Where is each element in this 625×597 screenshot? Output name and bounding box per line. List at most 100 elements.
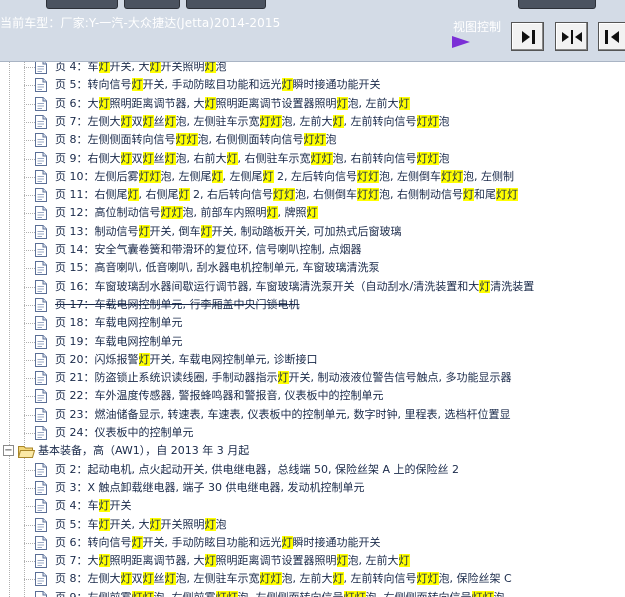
search-highlight: 灯: [336, 96, 348, 110]
tree-item-label: 页 8：左侧大灯双灯丝灯泡, 左侧驻车示宽灯灯泡, 左前大灯, 左前转向信号灯灯…: [55, 572, 512, 586]
document-icon: [35, 151, 47, 166]
tree-folder[interactable]: − 基本装备，高（AW1），自 2013 年 3 月起: [0, 442, 625, 460]
search-highlight: 灯: [416, 114, 428, 128]
search-highlight: 灯: [281, 78, 293, 92]
tree-item[interactable]: 页 5：车灯开关, 大灯开关照明灯泡: [0, 516, 625, 534]
arrow-right-bar-icon: [521, 29, 535, 44]
search-highlight: 灯: [138, 352, 150, 366]
search-highlight: 灯: [343, 590, 355, 597]
document-icon: [35, 169, 47, 184]
tree-item-label: 页 15：高音喇叭, 低音喇叭, 刮水器电机控制单元, 车窗玻璃清洗泵: [55, 261, 380, 275]
current-model-title: 当前车型：厂家:Y-一汽-大众捷达(Jetta)2014-2015: [0, 16, 281, 30]
tree-item[interactable]: 页 8：左侧侧面转向信号灯灯泡, 右侧侧面转向信号灯灯泡: [0, 131, 625, 149]
tree-item[interactable]: 页 13：制动信号灯开关, 倒车灯开关, 制动踏板开关, 可加热式后窗玻璃: [0, 223, 625, 241]
tree-item-label: 页 16：车窗玻璃刮水器间歇运行调节器, 车窗玻璃清洗泵开关（自动刮水/清洗装置…: [55, 279, 535, 293]
search-highlight: 灯: [149, 517, 161, 531]
tree-item[interactable]: 页 6：转向信号灯开关, 手动防眩目功能和远光灯瞬时接通功能开关: [0, 534, 625, 552]
arrows-inward-icon: [561, 29, 582, 44]
tree-item[interactable]: 页 12：高位制动信号灯灯泡, 前部车内照明灯, 牌照灯: [0, 204, 625, 222]
view-next-button[interactable]: [511, 22, 544, 51]
tree-item-label: 页 22：车外温度传感器, 警报蜂鸣器和警报音, 仪表板中的控制单元: [55, 389, 384, 403]
tree-item[interactable]: 页 15：高音喇叭, 低音喇叭, 刮水器电机控制单元, 车窗玻璃清洗泵: [0, 259, 625, 277]
tree-item[interactable]: 页 23：燃油储备显示, 转速表, 车速表, 仪表板中的控制单元, 数字时钟, …: [0, 406, 625, 424]
tree-item[interactable]: 页 7：左侧大灯双灯丝灯泡, 左侧驻车示宽灯灯泡, 左前大灯, 左前转向信号灯灯…: [0, 113, 625, 131]
search-highlight: 灯: [98, 499, 110, 513]
top-tab[interactable]: [518, 0, 596, 9]
document-icon: [35, 279, 47, 294]
search-highlight: 灯: [496, 188, 507, 202]
document-icon: [35, 62, 47, 74]
tree-item-label: 页 21：防盗锁止系统识读线圈, 手制动器指示灯开关, 制动液液位警告信号触点,…: [55, 371, 512, 385]
tree-item[interactable]: 页 7：大灯照明距离调节器, 大灯照明距离调节设置器照明灯泡, 左前大灯: [0, 552, 625, 570]
view-prev-button[interactable]: [598, 22, 625, 51]
tree-connector: [24, 433, 35, 434]
search-highlight: 灯: [98, 96, 110, 110]
tree-item[interactable]: 页 9：左侧前雾灯灯泡, 右侧前雾灯灯泡, 左侧侧面转向信号灯灯泡, 右侧侧面转…: [0, 589, 625, 597]
tree-item-label: 页 23：燃油储备显示, 转速表, 车速表, 仪表板中的控制单元, 数字时钟, …: [55, 407, 511, 421]
view-collapse-button[interactable]: [555, 22, 588, 51]
document-tree: 页 4：车灯开关, 大灯开关照明灯泡 页 5：转向信号灯开关, 手动防眩目功能和…: [0, 62, 625, 597]
tree-item[interactable]: 页 4：车灯开关: [0, 497, 625, 515]
search-highlight: 灯: [452, 169, 463, 183]
tree-item-label: 页 8：左侧侧面转向信号灯灯泡, 右侧侧面转向信号灯灯泡: [55, 133, 337, 147]
tree-item[interactable]: 页 14：安全气囊卷簧和带滑环的复位环, 信号喇叭控制, 点烟器: [0, 241, 625, 259]
tree-item[interactable]: 页 8：左侧大灯双灯丝灯泡, 左侧驻车示宽灯灯泡, 左前大灯, 左前转向信号灯灯…: [0, 570, 625, 588]
tree-connector: [24, 85, 35, 87]
tree-item[interactable]: 页 9：右侧大灯双灯丝灯泡, 右前大灯, 右侧驻车示宽灯灯泡, 右前转向信号灯灯…: [0, 150, 625, 168]
search-highlight: 灯: [270, 114, 282, 128]
search-highlight: 灯: [262, 169, 274, 183]
document-icon: [35, 206, 47, 221]
tree-item[interactable]: 页 19：车载电网控制单元: [0, 333, 625, 351]
tree-item-label: 页 2：起动电机, 点火起动开关, 供电继电器，总线端 50, 保险丝架 A 上…: [55, 462, 459, 476]
tree-item[interactable]: 页 17：车载电网控制单元, 行李厢盖中央门锁电机: [0, 296, 625, 314]
tree-item[interactable]: 页 2：起动电机, 点火起动开关, 供电继电器，总线端 50, 保险丝架 A 上…: [0, 461, 625, 479]
top-tab[interactable]: [124, 0, 180, 9]
search-highlight: 灯: [507, 188, 518, 202]
tree-item[interactable]: 页 21：防盗锁止系统识读线圈, 手制动器指示灯开关, 制动液液位警告信号触点,…: [0, 369, 625, 387]
document-icon: [35, 535, 47, 550]
top-tab[interactable]: [186, 0, 266, 9]
top-tab[interactable]: [46, 0, 118, 9]
search-highlight: 灯: [398, 96, 410, 110]
search-highlight: 灯: [142, 572, 154, 586]
search-highlight: 灯: [138, 169, 150, 183]
search-highlight: 灯: [120, 572, 132, 586]
tree-item[interactable]: 页 4：车灯开关, 大灯开关照明灯泡: [0, 62, 625, 76]
search-highlight: 灯: [204, 62, 216, 73]
tree-item[interactable]: 页 5：转向信号灯开关, 手动防眩目功能和远光灯瞬时接通功能开关: [0, 76, 625, 94]
search-highlight: 灯: [120, 114, 132, 128]
collapse-toggle[interactable]: −: [3, 445, 14, 457]
tree-item[interactable]: 页 20：闪烁报警灯开关, 车载电网控制单元, 诊断接口: [0, 351, 625, 369]
search-highlight: 灯: [171, 206, 183, 220]
tree-item-label: 页 9：右侧大灯双灯丝灯泡, 右前大灯, 右侧驻车示宽灯灯泡, 右前转向信号灯灯…: [55, 151, 450, 165]
search-highlight: 灯: [398, 554, 410, 568]
tree-item-label: 页 10：左侧后雾灯灯泡, 左侧尾灯, 左侧尾灯 2, 左后转向信号灯灯泡, 左…: [55, 169, 514, 183]
tree-item[interactable]: 页 22：车外温度传感器, 警报蜂鸣器和警报音, 仪表板中的控制单元: [0, 387, 625, 405]
tree-item[interactable]: 页 3：X 触点卸载继电器, 端子 30 供电继电器, 发动机控制单元: [0, 479, 625, 497]
search-highlight: 灯: [441, 169, 452, 183]
tree-item[interactable]: 页 16：车窗玻璃刮水器间歇运行调节器, 车窗玻璃清洗泵开关（自动刮水/清洗装置…: [0, 278, 625, 296]
tree-item-label: 页 6：大灯照明距离调节器, 大灯照明距离调节设置器照明灯泡, 左前大灯: [55, 96, 410, 110]
tree-item[interactable]: 页 18：车载电网控制单元: [0, 314, 625, 332]
tree-item[interactable]: 页 6：大灯照明距离调节器, 大灯照明距离调节设置器照明灯泡, 左前大灯: [0, 95, 625, 113]
search-highlight: 灯: [204, 96, 216, 110]
tree-item-label: 页 11：右侧尾灯, 右侧尾灯 2, 右后转向信号灯灯泡, 右侧倒车灯灯泡, 右…: [55, 188, 518, 202]
tree-item[interactable]: 页 10：左侧后雾灯灯泡, 左侧尾灯, 左侧尾灯 2, 左后转向信号灯灯泡, 左…: [0, 168, 625, 186]
tree-item[interactable]: 页 11：右侧尾灯, 右侧尾灯 2, 右后转向信号灯灯泡, 右侧倒车灯灯泡, 右…: [0, 186, 625, 204]
search-highlight: 灯: [427, 114, 439, 128]
search-highlight: 灯: [368, 188, 379, 202]
search-highlight: 灯: [164, 572, 176, 586]
document-icon: [35, 371, 47, 386]
tree-item-label: 页 19：车载电网控制单元: [55, 334, 183, 348]
tree-connector: [24, 176, 35, 178]
document-icon: [35, 78, 47, 93]
search-highlight: 灯: [321, 151, 333, 165]
search-highlight: 灯: [416, 151, 428, 165]
document-icon: [35, 517, 47, 532]
tree-item-label: 页 5：车灯开关, 大灯开关照明灯泡: [55, 517, 227, 531]
search-highlight: 灯: [142, 151, 154, 165]
tree-connector: [24, 396, 35, 398]
tree-connector: [24, 250, 35, 251]
tree-item[interactable]: 页 24：仪表板中的控制单元: [0, 424, 625, 442]
document-icon: [35, 96, 47, 111]
